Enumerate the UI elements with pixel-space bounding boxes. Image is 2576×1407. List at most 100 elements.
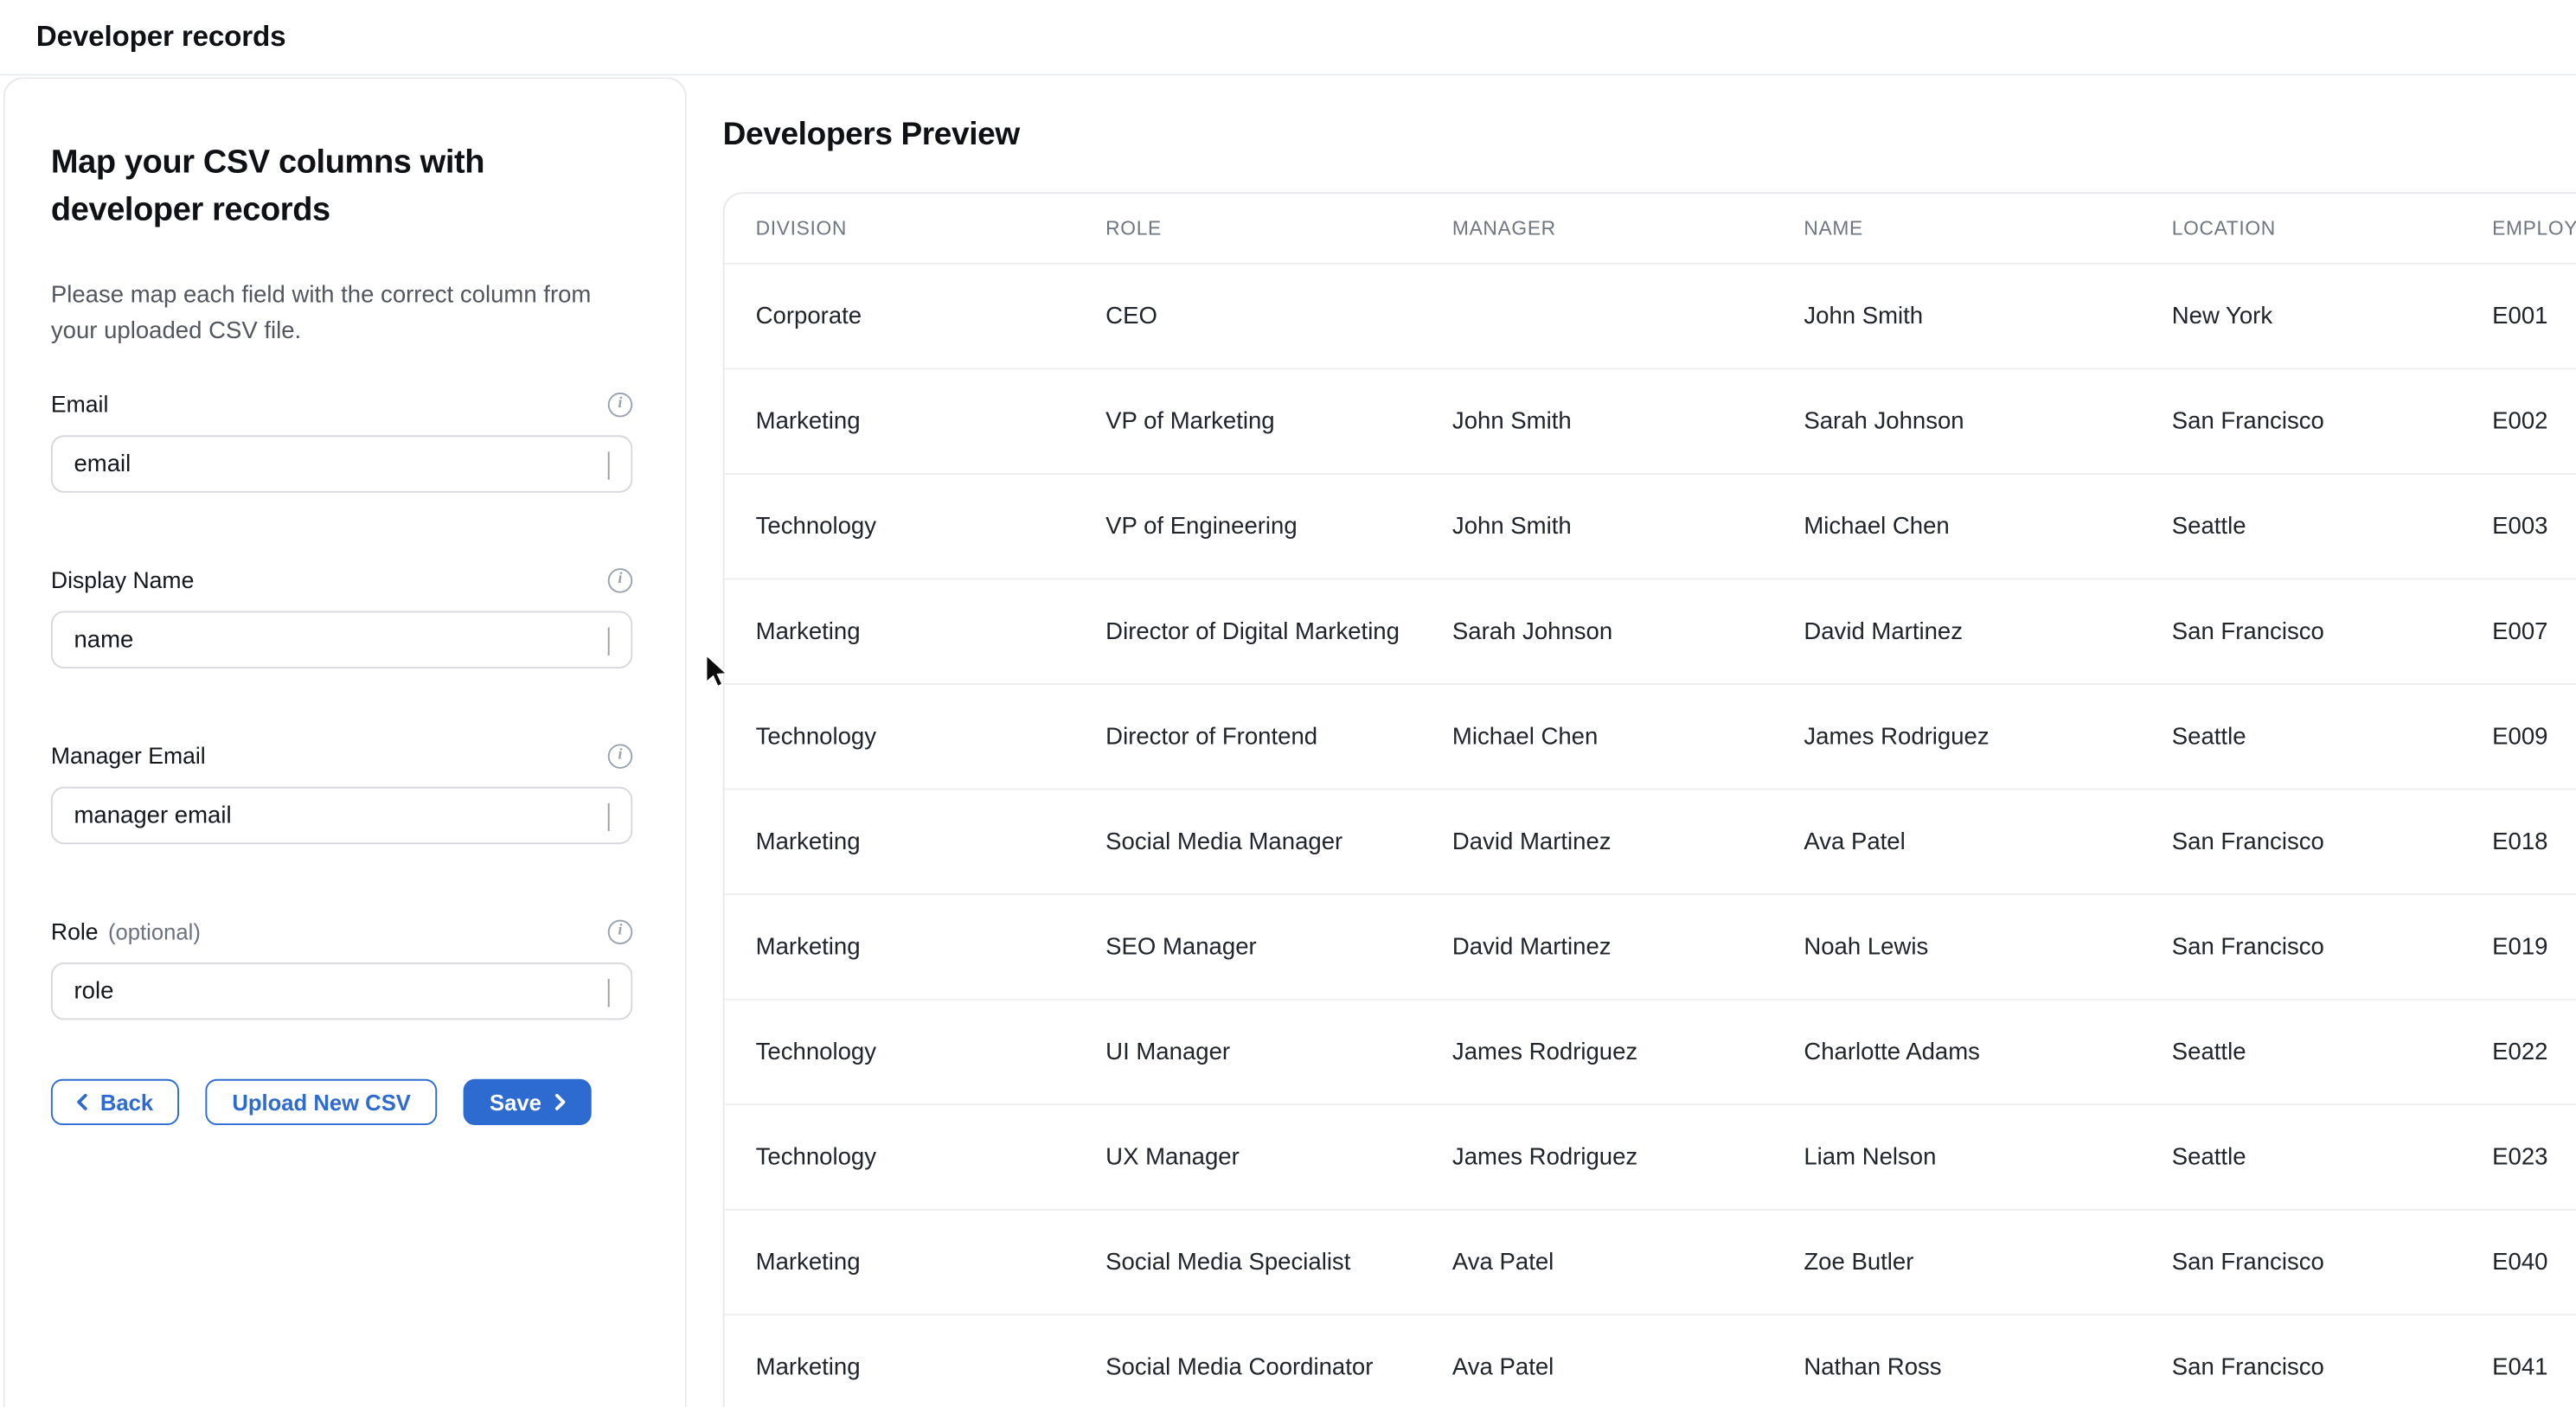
table-cell: E023	[2492, 1144, 2576, 1170]
table-row: MarketingDirector of Digital MarketingSa…	[725, 579, 2576, 685]
table-cell: Marketing	[756, 1249, 1106, 1275]
table-cell: E040	[2492, 1249, 2576, 1275]
upload-button-label: Upload New CSV	[232, 1090, 411, 1114]
table-body: CorporateCEOJohn SmithNew YorkE001Market…	[725, 265, 2576, 1407]
table-cell: VP of Marketing	[1105, 408, 1452, 434]
table-row: MarketingSocial Media CoordinatorAva Pat…	[725, 1315, 2576, 1407]
chevron-left-icon	[74, 1094, 90, 1110]
table-cell: Ava Patel	[1804, 828, 2171, 854]
table-cell: E001	[2492, 303, 2576, 329]
display-name-label: Display Name	[51, 566, 195, 592]
header-cell-location: LOCATION	[2172, 217, 2492, 240]
table-cell: Technology	[756, 724, 1106, 750]
save-button[interactable]: Save	[464, 1079, 591, 1125]
table-cell: Charlotte Adams	[1804, 1039, 2171, 1065]
table-row: TechnologyDirector of FrontendMichael Ch…	[725, 685, 2576, 790]
table-cell: San Francisco	[2172, 934, 2492, 960]
table-cell: San Francisco	[2172, 408, 2492, 434]
page-title: Developer records	[36, 20, 286, 54]
display-name-select[interactable]: name	[51, 611, 632, 668]
table-row: TechnologyUI ManagerJames RodriguezCharl…	[725, 1001, 2576, 1106]
table-cell: Social Media Manager	[1105, 828, 1452, 854]
table-cell: San Francisco	[2172, 618, 2492, 644]
table-row: MarketingSocial Media ManagerDavid Marti…	[725, 790, 2576, 896]
field-role: Role (optional) i role	[51, 917, 632, 1020]
table-row: CorporateCEOJohn SmithNew YorkE001	[725, 265, 2576, 370]
table-cell: CEO	[1105, 303, 1452, 329]
table-cell: John Smith	[1452, 408, 1804, 434]
table-cell: Director of Frontend	[1105, 724, 1452, 750]
table-cell: New York	[2172, 303, 2492, 329]
table-cell: David Martinez	[1452, 828, 1804, 854]
table-cell: San Francisco	[2172, 1354, 2492, 1380]
role-select-value: role	[74, 978, 113, 1004]
table-cell: SEO Manager	[1105, 934, 1452, 960]
table-cell: UX Manager	[1105, 1144, 1452, 1170]
header-cell-division: DIVISION	[756, 217, 1106, 240]
display-name-select-value: name	[74, 627, 133, 653]
email-label: Email	[51, 391, 109, 417]
table-cell: Michael Chen	[1804, 514, 2171, 540]
table-cell: Social Media Coordinator	[1105, 1354, 1452, 1380]
top-bar: Developer records	[0, 0, 2576, 75]
table-cell: Marketing	[756, 618, 1106, 644]
back-button-label: Back	[100, 1090, 153, 1114]
header-cell-role: ROLE	[1105, 217, 1452, 240]
table-cell: David Martinez	[1452, 934, 1804, 960]
table-cell: Social Media Specialist	[1105, 1249, 1452, 1275]
role-select[interactable]: role	[51, 963, 632, 1020]
preview-heading: Developers Preview	[723, 117, 1020, 155]
table-cell: E018	[2492, 828, 2576, 854]
table-cell: E003	[2492, 514, 2576, 540]
info-icon[interactable]: i	[608, 392, 632, 416]
developers-preview-table: DIVISION ROLE MANAGER NAME LOCATION EMPL…	[723, 192, 2576, 1407]
manager-email-label: Manager Email	[51, 742, 206, 768]
table-cell: Noah Lewis	[1804, 934, 2171, 960]
mapping-description: Please map each field with the correct c…	[51, 279, 601, 350]
table-cell: David Martinez	[1804, 618, 2171, 644]
table-cell: E041	[2492, 1354, 2576, 1380]
chevron-down-icon	[608, 451, 610, 476]
upload-new-csv-button[interactable]: Upload New CSV	[206, 1079, 437, 1125]
table-cell: Corporate	[756, 303, 1106, 329]
table-row: MarketingSEO ManagerDavid MartinezNoah L…	[725, 895, 2576, 1001]
table-cell: San Francisco	[2172, 828, 2492, 854]
table-cell: Technology	[756, 514, 1106, 540]
info-icon[interactable]: i	[608, 919, 632, 943]
table-cell: James Rodriguez	[1804, 724, 2171, 750]
table-cell: James Rodriguez	[1452, 1144, 1804, 1170]
table-cell: Director of Digital Marketing	[1105, 618, 1452, 644]
chevron-right-icon	[551, 1094, 567, 1110]
table-cell: Seattle	[2172, 1144, 2492, 1170]
table-cell: Marketing	[756, 408, 1106, 434]
table-row: MarketingVP of MarketingJohn SmithSarah …	[725, 369, 2576, 475]
table-cell: Seattle	[2172, 724, 2492, 750]
table-cell: Sarah Johnson	[1804, 408, 2171, 434]
table-cell: Marketing	[756, 828, 1106, 854]
manager-email-select-value: manager email	[74, 803, 231, 828]
table-cell: Seattle	[2172, 514, 2492, 540]
manager-email-select[interactable]: manager email	[51, 787, 632, 844]
header-cell-employee-id: EMPLOYE	[2492, 217, 2576, 240]
table-cell: San Francisco	[2172, 1249, 2492, 1275]
table-cell: Ava Patel	[1452, 1249, 1804, 1275]
table-cell: E009	[2492, 724, 2576, 750]
table-cell: Liam Nelson	[1804, 1144, 2171, 1170]
table-cell: Technology	[756, 1039, 1106, 1065]
table-cell: Zoe Butler	[1804, 1249, 2171, 1275]
csv-mapping-panel: Map your CSV columns with developer reco…	[3, 77, 687, 1407]
table-cell: Ava Patel	[1452, 1354, 1804, 1380]
table-header-row: DIVISION ROLE MANAGER NAME LOCATION EMPL…	[725, 194, 2576, 265]
field-display-name: Display Name i name	[51, 565, 632, 668]
info-icon[interactable]: i	[608, 567, 632, 592]
table-cell: E022	[2492, 1039, 2576, 1065]
table-cell: E019	[2492, 934, 2576, 960]
table-cell: Nathan Ross	[1804, 1354, 2171, 1380]
email-select[interactable]: email	[51, 435, 632, 492]
table-cell: Sarah Johnson	[1452, 618, 1804, 644]
back-button[interactable]: Back	[51, 1079, 180, 1125]
table-cell: Marketing	[756, 934, 1106, 960]
role-label: Role	[51, 918, 99, 944]
header-cell-manager: MANAGER	[1452, 217, 1804, 240]
info-icon[interactable]: i	[608, 743, 632, 767]
